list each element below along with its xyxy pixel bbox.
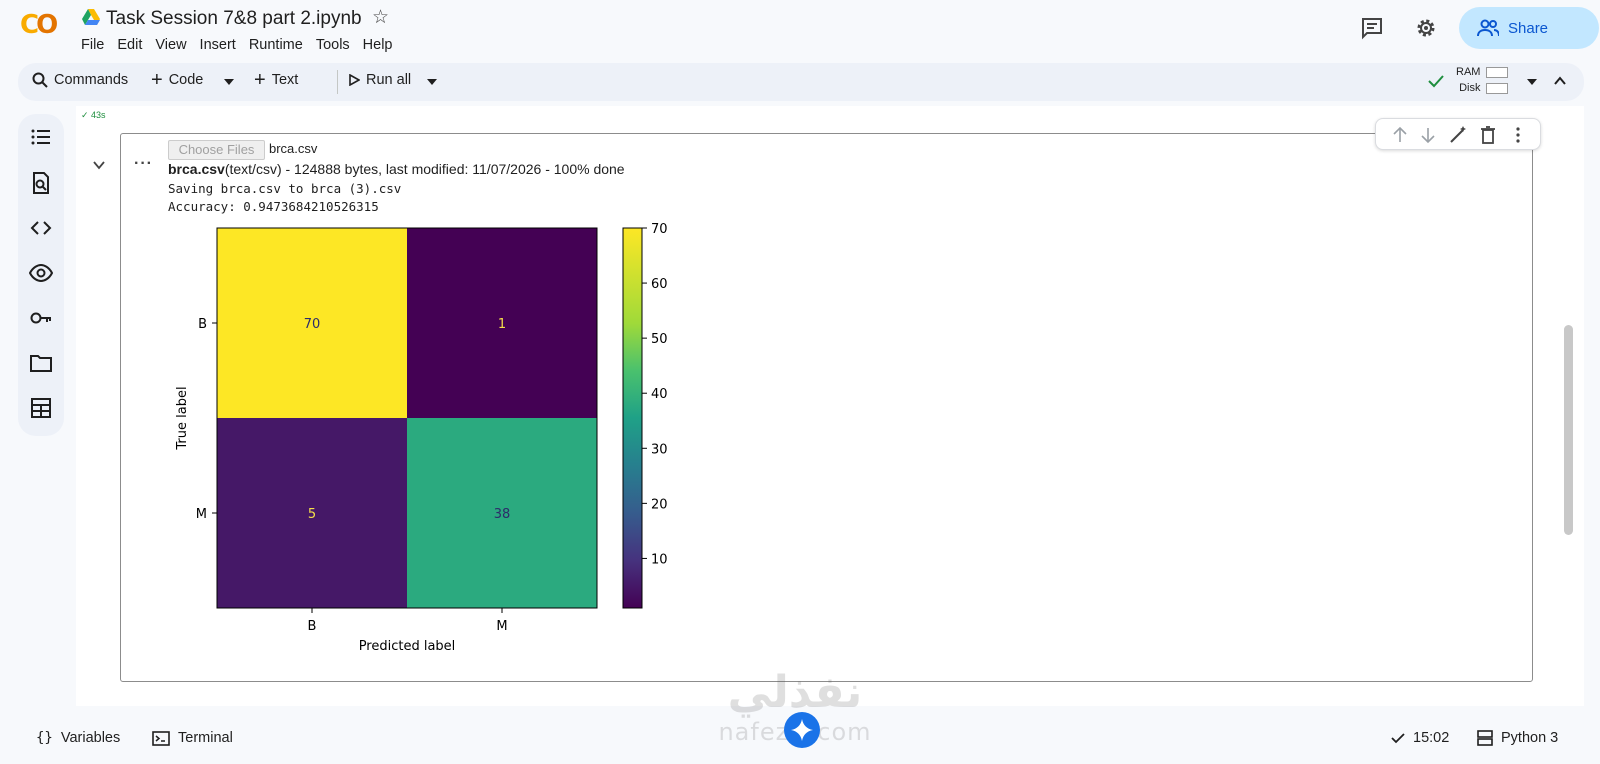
vertical-scrollbar[interactable] [1564,325,1573,535]
colorbar-tick-label: 70 [651,222,668,237]
menu-insert[interactable]: Insert [200,37,236,53]
gemini-button[interactable] [784,712,820,748]
folder-icon[interactable] [29,351,53,375]
uploaded-file-details: - 124888 bytes, last modified: 11/07/202… [281,161,625,177]
google-drive-icon[interactable] [82,9,100,25]
confusion-matrix-chart: 70 1 5 38 B M B M Predicted label True label 10 20 3… [175,222,668,654]
runtime-type[interactable]: Python 3 [1477,730,1558,746]
more-vertical-icon[interactable] [1508,125,1528,145]
disk-label: Disk [1459,82,1481,94]
output-menu-icon[interactable]: ··· [134,155,153,173]
y-tick-label: M [196,507,207,522]
add-text-button[interactable]: + Text [254,69,298,91]
menu-bar: File Edit View Insert Runtime Tools Help [81,37,406,53]
y-axis-label: True label [175,386,190,450]
resource-meters[interactable]: RAM Disk [1456,64,1509,96]
toolbar-divider [337,70,338,94]
edit-sparkle-icon[interactable] [1448,125,1468,145]
menu-file[interactable]: File [81,37,104,53]
y-tick-label: B [198,317,207,332]
ram-label: RAM [1456,66,1481,78]
gear-icon[interactable] [1414,16,1438,40]
cell-value-label: 70 [304,317,321,332]
cell-value-label: 38 [494,507,511,522]
colorbar-tick-label: 40 [651,387,668,402]
collapse-chevron-icon[interactable] [92,158,106,172]
braces-icon: {} [36,730,53,746]
delete-icon[interactable] [1478,125,1498,145]
table-of-contents-icon[interactable] [29,125,53,149]
sparkle-icon [791,719,813,741]
find-replace-icon[interactable] [29,171,53,195]
terminal-button[interactable]: Terminal [152,730,233,746]
notebook-toolbar: Commands + Code + Text Run all RAM Disk [18,63,1584,101]
star-icon[interactable]: ☆ [372,6,389,28]
ram-meter [1486,66,1509,78]
chevron-up-icon[interactable] [1554,76,1566,86]
search-icon [32,72,48,88]
colorbar-tick-label: 10 [651,552,668,567]
left-sidebar [18,114,64,436]
uploaded-file-name: brca.csv [168,161,225,177]
menu-help[interactable]: Help [363,37,393,53]
colorbar-tick-label: 30 [651,442,668,457]
variables-button[interactable]: {} Variables [36,730,120,746]
commands-button[interactable]: Commands [32,72,128,88]
code-snippets-icon[interactable] [29,216,53,240]
notebook-title[interactable]: Task Session 7&8 part 2.ipynb [106,8,362,30]
share-button[interactable]: Share [1459,7,1599,49]
plus-icon: + [151,69,163,91]
add-code-button[interactable]: + Code [151,69,203,91]
app-header: CO Task Session 7&8 part 2.ipynb ☆ File … [0,0,1600,60]
cell-toolbar [1375,118,1541,150]
people-icon [1477,19,1499,37]
cell-value-label: 1 [498,317,506,332]
chosen-file-name: brca.csv [269,141,318,156]
arrow-up-icon[interactable] [1390,125,1410,145]
menu-runtime[interactable]: Runtime [249,37,303,53]
execution-time[interactable]: 15:02 [1391,730,1449,746]
chevron-down-icon[interactable] [224,78,234,86]
colab-logo[interactable]: CO [20,10,58,40]
x-tick-label: M [496,619,507,634]
checkmark-icon [1391,733,1405,744]
colorbar-tick-label: 60 [651,277,668,292]
disk-meter [1486,82,1509,94]
key-icon[interactable] [29,306,53,330]
menu-view[interactable]: View [155,37,186,53]
plus-icon: + [254,69,266,91]
colorbar-tick-label: 50 [651,332,668,347]
chevron-down-icon[interactable] [1527,78,1537,86]
choose-files-button[interactable]: Choose Files [168,140,265,160]
secrets-eye-icon[interactable] [29,261,53,285]
data-table-icon[interactable] [29,396,53,420]
saving-output-line: Saving brca.csv to brca (3).csv [168,181,402,196]
chevron-down-icon[interactable] [427,78,437,86]
x-tick-label: B [308,619,317,634]
checkmark-icon [1428,75,1444,88]
file-upload-info: brca.csv(text/csv) - 124888 bytes, last … [168,161,625,177]
cell-value-label: 5 [308,507,316,522]
uploaded-file-type: (text/csv) [224,161,282,177]
comment-icon[interactable] [1360,16,1384,40]
watermark-arabic: نفذلي [727,667,863,718]
menu-tools[interactable]: Tools [316,37,350,53]
share-label: Share [1508,19,1549,37]
colorbar [622,227,643,609]
colorbar-tick-label: 20 [651,497,668,512]
arrow-down-icon[interactable] [1418,125,1438,145]
x-axis-label: Predicted label [359,639,456,654]
execution-status: ✓ 43s [81,110,106,120]
play-icon [349,74,360,86]
terminal-icon [152,730,170,746]
run-all-button[interactable]: Run all [348,72,411,88]
server-icon [1477,730,1493,746]
menu-edit[interactable]: Edit [117,37,142,53]
accuracy-output-line: Accuracy: 0.9473684210526315 [168,199,379,214]
